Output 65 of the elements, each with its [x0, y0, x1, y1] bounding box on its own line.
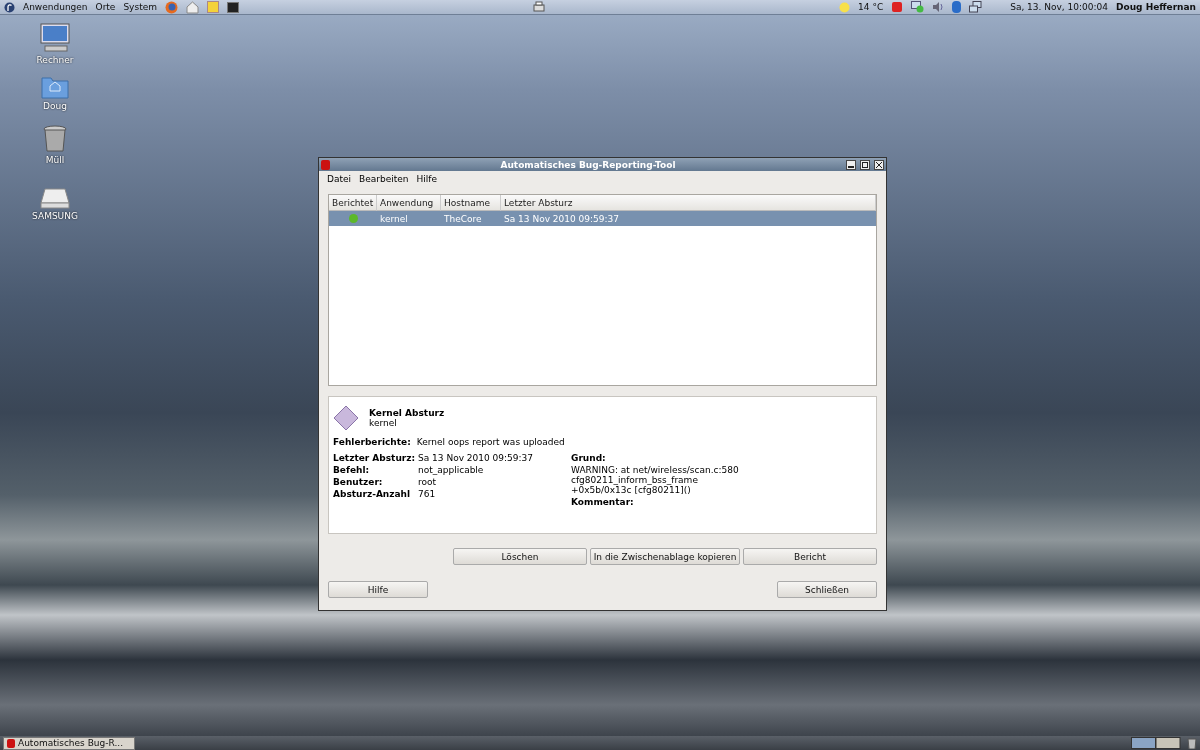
menu-item[interactable]: Datei [327, 173, 351, 184]
field-value: Kernel oops report was uploaded [416, 437, 565, 447]
panel-menu[interactable]: Anwendungen [23, 2, 88, 12]
field-label: Grund: [571, 453, 607, 463]
taskbar-label: Automatisches Bug-R... [18, 738, 123, 748]
user-name[interactable]: Doug Heffernan [1116, 2, 1196, 12]
clock-text[interactable]: Sa, 13. Nov, 10:00:04 [1010, 2, 1108, 12]
field-value: not_applicable [418, 465, 485, 475]
table-cell-text: kernel [379, 213, 409, 224]
window-title: Automatisches Bug-Reporting-Tool [499, 159, 677, 170]
maximize-button[interactable] [860, 159, 870, 170]
field-value: 761 [418, 489, 437, 499]
crash-title: Kernel Absturz [369, 408, 445, 418]
close-button[interactable] [874, 159, 884, 170]
speaker-icon[interactable] [932, 1, 945, 13]
network-icon[interactable] [969, 1, 983, 13]
crash-subtitle: kernel [369, 418, 398, 428]
table-cell-text: TheCore [443, 213, 483, 224]
trash-icon[interactable] [1187, 737, 1197, 749]
panel-menu[interactable]: System [123, 2, 157, 12]
maximize-icon [862, 161, 868, 168]
action-button[interactable]: Bericht [743, 548, 877, 565]
column-header[interactable]: Berichtet [329, 195, 377, 211]
trash-icon[interactable] [43, 125, 67, 153]
column-header[interactable]: Hostname [441, 195, 501, 211]
app-icon [7, 738, 15, 748]
column-header[interactable]: Anwendung [377, 195, 441, 211]
app-icon [321, 159, 330, 170]
action-button[interactable]: Löschen [453, 548, 587, 565]
temperature-text: 14 °C [858, 2, 884, 12]
home-folder-icon[interactable] [41, 75, 69, 99]
field-label: Absturz-Anzahl [333, 489, 412, 499]
close-icon [876, 161, 882, 168]
printer-icon[interactable] [533, 1, 545, 13]
drive-icon[interactable] [40, 187, 70, 209]
reason-text: cfg80211_inform_bss_frame [571, 475, 699, 485]
notepad-icon[interactable] [206, 1, 219, 13]
desktop-icon-label[interactable]: Müll [45, 155, 65, 165]
menu-item[interactable]: Bearbeiten [359, 173, 409, 184]
browser-globe-icon[interactable] [164, 0, 178, 14]
field-label: Befehl: [333, 465, 371, 475]
action-button[interactable]: In die Zwischenablage kopieren [590, 548, 740, 565]
panel-menu[interactable]: Orte [95, 2, 116, 12]
reason-text: WARNING: at net/wireless/scan.c:580 [571, 465, 740, 475]
field-value: Sa 13 Nov 2010 09:59:37 [418, 453, 534, 463]
terminal-icon[interactable] [226, 1, 239, 13]
reason-text: +0x5b/0x13c [cfg80211]() [571, 485, 691, 495]
field-label: Fehlerberichte: [333, 437, 411, 447]
dialog-button[interactable]: Hilfe [328, 581, 428, 598]
desktop-icon-label[interactable]: SAMSUNG [32, 211, 78, 221]
diamond-icon [333, 405, 359, 431]
field-label: Kommentar: [571, 497, 635, 507]
field-label: Benutzer: [333, 477, 384, 487]
chat-icon[interactable] [911, 1, 925, 13]
menu-item[interactable]: Hilfe [416, 173, 437, 184]
minimize-button[interactable] [846, 159, 856, 170]
table-cell-text: Sa 13 Nov 2010 09:59:37 [503, 213, 620, 224]
dialog-button[interactable]: Schließen [777, 581, 877, 598]
field-value: root [418, 477, 438, 487]
computer-icon[interactable] [39, 23, 71, 53]
workspace-switcher-icon[interactable] [1131, 737, 1181, 749]
field-label: Letzter Absturz: [333, 453, 417, 463]
taskbar-button[interactable]: Automatisches Bug-R... [3, 736, 135, 750]
column-header[interactable]: Letzter Absturz [501, 195, 876, 211]
fedora-logo-icon[interactable] [4, 1, 15, 13]
